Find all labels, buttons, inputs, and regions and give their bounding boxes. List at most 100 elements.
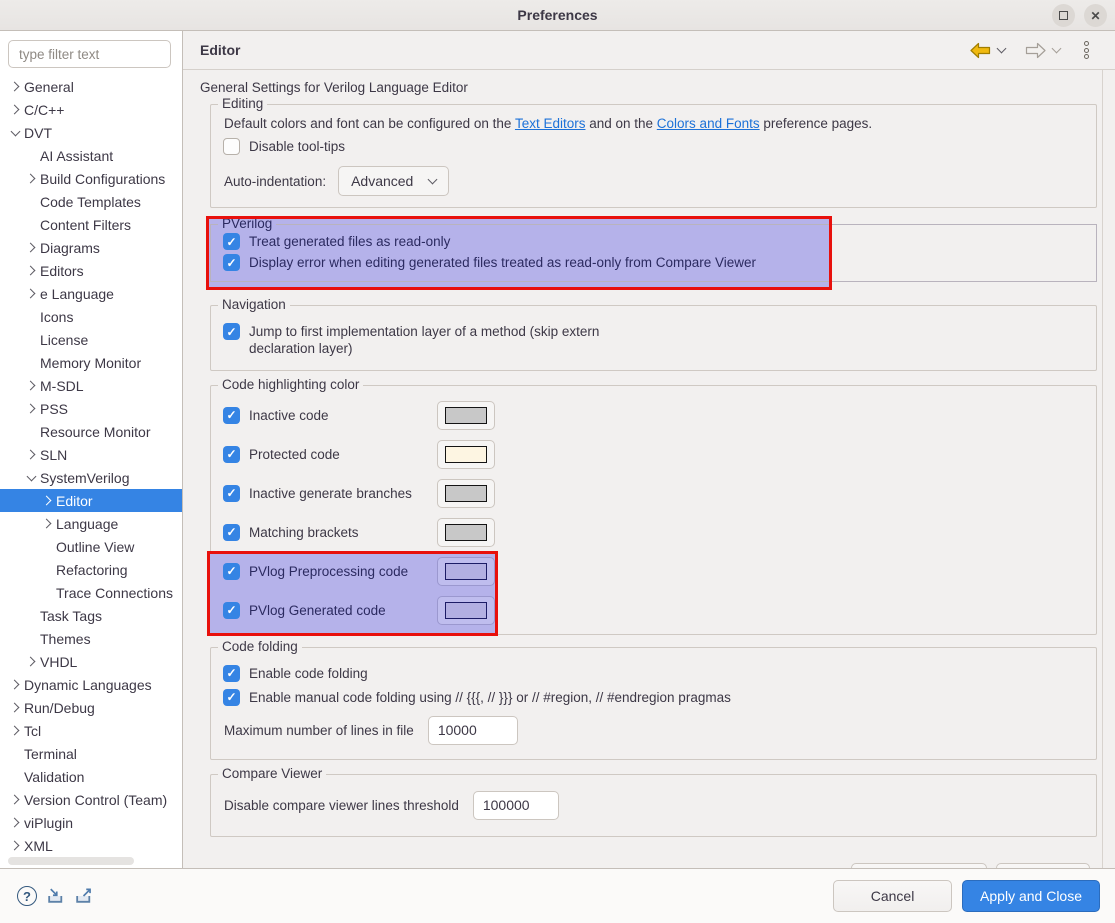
tree-item-general[interactable]: General	[0, 75, 182, 98]
tree-item-resource-monitor[interactable]: Resource Monitor	[0, 420, 182, 443]
compare-viewer-group: Compare Viewer Disable compare viewer li…	[210, 774, 1097, 837]
tree-item-m-sdl[interactable]: M-SDL	[0, 374, 182, 397]
checkbox[interactable]	[223, 689, 240, 706]
tree-item-validation[interactable]: Validation	[0, 765, 182, 788]
checkbox-label: Treat generated files as read-only	[249, 233, 450, 249]
chevron-right-icon[interactable]	[6, 106, 24, 113]
restore-defaults-button[interactable]: Restore Defaults	[851, 863, 987, 868]
chevron-right-icon[interactable]	[6, 727, 24, 734]
chevron-right-icon[interactable]	[38, 520, 56, 527]
checkbox[interactable]	[223, 446, 240, 463]
tree-item-label: VHDL	[40, 654, 77, 670]
sidebar-horizontal-scrollbar[interactable]	[8, 857, 134, 865]
tree-item-xml[interactable]: XML	[0, 834, 182, 857]
checkbox[interactable]	[223, 323, 240, 340]
chevron-right-icon[interactable]	[22, 405, 40, 412]
tree-item-pss[interactable]: PSS	[0, 397, 182, 420]
chevron-right-icon[interactable]	[6, 796, 24, 803]
chevron-right-icon[interactable]	[22, 244, 40, 251]
tree-item-icons[interactable]: Icons	[0, 305, 182, 328]
import-preferences-icon[interactable]	[46, 887, 65, 905]
chevron-right-icon[interactable]	[6, 842, 24, 849]
tree-item-code-templates[interactable]: Code Templates	[0, 190, 182, 213]
chevron-right-icon[interactable]	[6, 704, 24, 711]
color-swatch-button[interactable]	[437, 479, 495, 508]
color-swatch-button[interactable]	[437, 440, 495, 469]
tree-item-sln[interactable]: SLN	[0, 443, 182, 466]
chevron-right-icon[interactable]	[6, 819, 24, 826]
tree-item-outline-view[interactable]: Outline View	[0, 535, 182, 558]
tree-item-run-debug[interactable]: Run/Debug	[0, 696, 182, 719]
tree-item-e-language[interactable]: e Language	[0, 282, 182, 305]
tree-item-vhdl[interactable]: VHDL	[0, 650, 182, 673]
checkbox[interactable]	[223, 233, 240, 250]
chevron-right-icon[interactable]	[22, 175, 40, 182]
cancel-button[interactable]: Cancel	[833, 880, 952, 912]
tree-item-language[interactable]: Language	[0, 512, 182, 535]
dialog-footer: ? Cancel Apply and Close	[0, 868, 1115, 923]
checkbox[interactable]	[223, 254, 240, 271]
auto-indentation-dropdown[interactable]: Advanced	[338, 166, 449, 196]
color-swatch-button[interactable]	[437, 596, 495, 625]
chevron-down-icon[interactable]	[6, 131, 24, 135]
tree-item-version-control-team-[interactable]: Version Control (Team)	[0, 788, 182, 811]
tree-item-terminal[interactable]: Terminal	[0, 742, 182, 765]
chevron-right-icon[interactable]	[22, 382, 40, 389]
tree-item-build-configurations[interactable]: Build Configurations	[0, 167, 182, 190]
tree-item-task-tags[interactable]: Task Tags	[0, 604, 182, 627]
chevron-right-icon[interactable]	[22, 267, 40, 274]
chevron-right-icon[interactable]	[6, 83, 24, 90]
tree-item-editors[interactable]: Editors	[0, 259, 182, 282]
forward-arrow-icon[interactable]	[1025, 42, 1046, 59]
back-arrow-icon[interactable]	[970, 42, 991, 59]
checkbox[interactable]	[223, 665, 240, 682]
tree-item-refactoring[interactable]: Refactoring	[0, 558, 182, 581]
tree-item-ai-assistant[interactable]: AI Assistant	[0, 144, 182, 167]
color-swatch-button[interactable]	[437, 557, 495, 586]
apply-and-close-button[interactable]: Apply and Close	[962, 880, 1100, 912]
chevron-right-icon[interactable]	[22, 658, 40, 665]
tree-item-memory-monitor[interactable]: Memory Monitor	[0, 351, 182, 374]
checkbox[interactable]	[223, 524, 240, 541]
color-swatch-button[interactable]	[437, 401, 495, 430]
chevron-right-icon[interactable]	[38, 497, 56, 504]
checkbox[interactable]	[223, 602, 240, 619]
view-menu-kebab-icon[interactable]	[1080, 39, 1093, 61]
chevron-right-icon[interactable]	[6, 681, 24, 688]
tree-item-dvt[interactable]: DVT	[0, 121, 182, 144]
chevron-right-icon[interactable]	[22, 290, 40, 297]
export-preferences-icon[interactable]	[74, 887, 93, 905]
colors-and-fonts-link[interactable]: Colors and Fonts	[657, 116, 760, 131]
tree-item-license[interactable]: License	[0, 328, 182, 351]
chevron-right-icon[interactable]	[22, 451, 40, 458]
tree-item-editor[interactable]: Editor	[0, 489, 182, 512]
tree-item-viplugin[interactable]: viPlugin	[0, 811, 182, 834]
max-lines-input[interactable]	[428, 716, 518, 745]
disable-tooltips-checkbox[interactable]	[223, 138, 240, 155]
tree-item-themes[interactable]: Themes	[0, 627, 182, 650]
tree-item-label: Code Templates	[40, 194, 141, 210]
tree-item-content-filters[interactable]: Content Filters	[0, 213, 182, 236]
text-editors-link[interactable]: Text Editors	[515, 116, 586, 131]
tree-item-systemverilog[interactable]: SystemVerilog	[0, 466, 182, 489]
tree-item-diagrams[interactable]: Diagrams	[0, 236, 182, 259]
filter-input[interactable]	[8, 40, 171, 68]
checkbox[interactable]	[223, 407, 240, 424]
checkbox[interactable]	[223, 485, 240, 502]
tree-item-trace-connections[interactable]: Trace Connections	[0, 581, 182, 604]
help-icon[interactable]: ?	[17, 886, 37, 906]
apply-button[interactable]: Apply	[996, 863, 1090, 868]
tree-item-label: General	[24, 79, 74, 95]
tree-item-dynamic-languages[interactable]: Dynamic Languages	[0, 673, 182, 696]
checkbox[interactable]	[223, 563, 240, 580]
tree-item-c-c-[interactable]: C/C++	[0, 98, 182, 121]
maximize-button[interactable]	[1052, 4, 1075, 27]
color-swatch-button[interactable]	[437, 518, 495, 547]
compare-threshold-input[interactable]	[473, 791, 559, 820]
tree-item-tcl[interactable]: Tcl	[0, 719, 182, 742]
chevron-down-icon[interactable]	[22, 476, 40, 480]
close-button[interactable]: ✕	[1084, 4, 1107, 27]
highlight-row-label: PVlog Generated code	[249, 603, 386, 618]
forward-history-chevron-icon[interactable]	[1052, 43, 1062, 53]
back-history-chevron-icon[interactable]	[997, 43, 1007, 53]
